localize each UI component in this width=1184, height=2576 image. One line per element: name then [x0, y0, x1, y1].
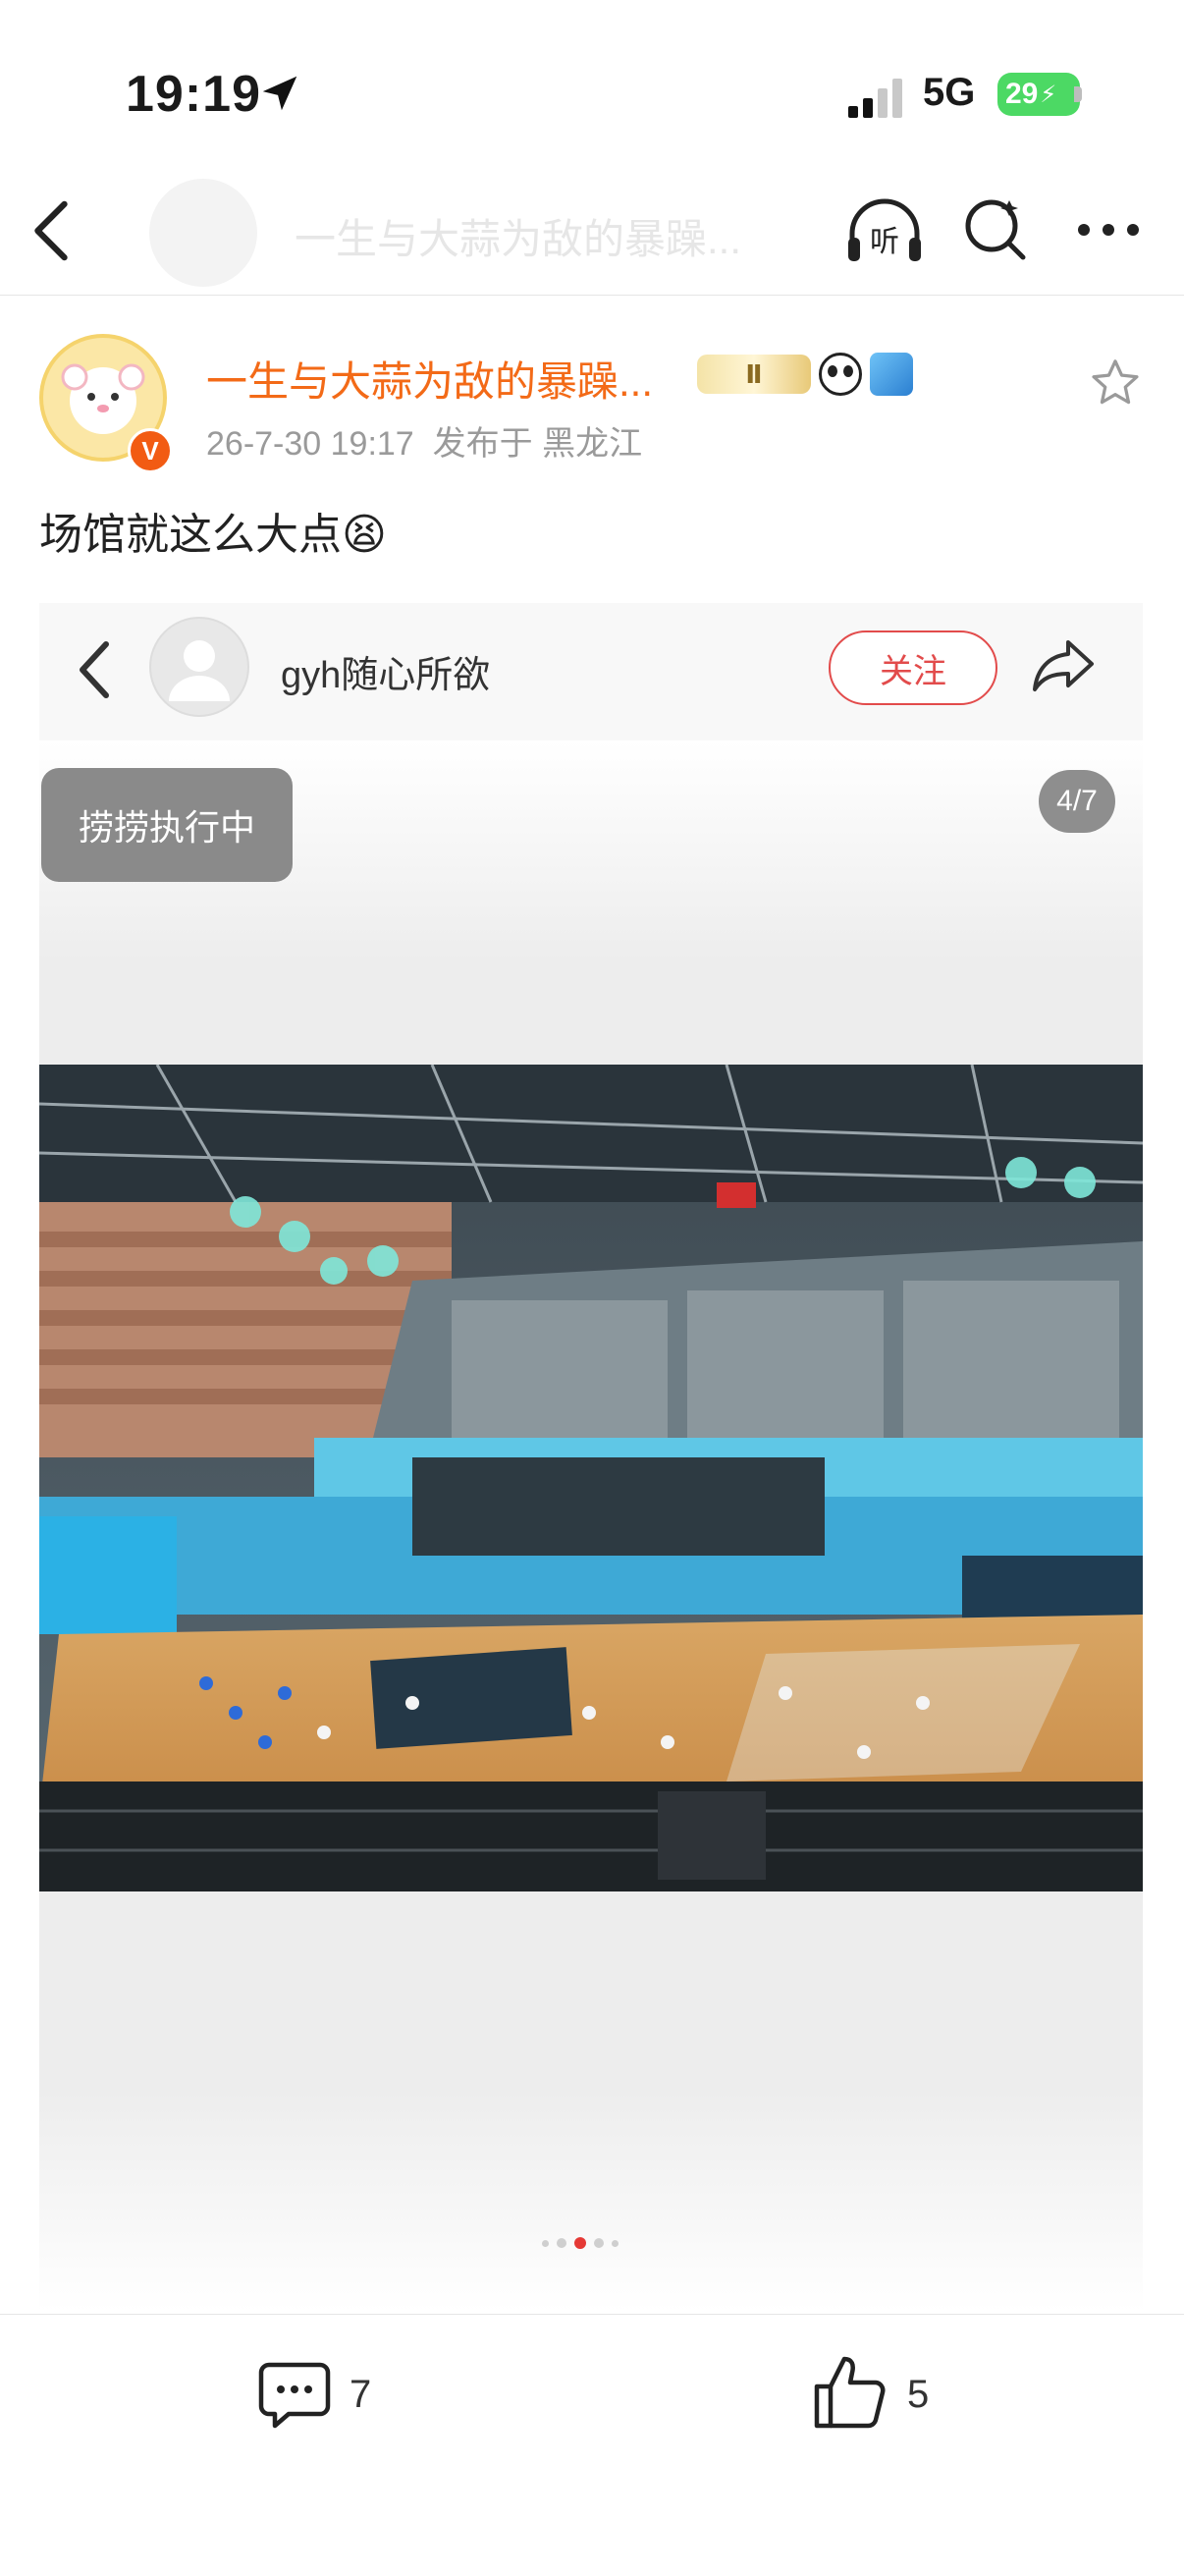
post-date: 26-7-30 19:17 [206, 425, 414, 463]
charging-bolt-icon: ⚡ [1040, 81, 1057, 108]
battery-tip [1074, 86, 1082, 102]
battery-icon: 29 ⚡ [997, 73, 1080, 116]
status-time: 19:19 [126, 66, 261, 123]
author-badges: Ⅱ [697, 350, 913, 399]
crying-emoji-icon: 😫 [342, 511, 387, 559]
back-icon[interactable] [29, 198, 73, 263]
level-badge-icon: Ⅱ [697, 355, 811, 394]
post-meta: 26-7-30 19:17 发布于 黑龙江 [206, 416, 642, 465]
bottom-action-bar [0, 2314, 1184, 2576]
battery-level: 29 [1005, 78, 1039, 110]
post-text-content: 场馆就这么大点 [39, 511, 342, 559]
pagination-dot [594, 2238, 604, 2248]
more-icon[interactable] [1076, 220, 1141, 240]
listen-label: 听 [870, 225, 899, 259]
default-avatar-icon [169, 640, 230, 701]
star-icon[interactable] [1088, 356, 1143, 411]
embedded-username[interactable]: gyh随心所欲 [281, 644, 490, 698]
listen-icon[interactable]: 听 [844, 196, 925, 267]
pagination-dot [557, 2238, 566, 2248]
post-text: 场馆就这么大点😫 [39, 499, 387, 562]
pagination-dot-active [574, 2237, 586, 2249]
network-label: 5G [923, 71, 976, 114]
location-arrow-icon [262, 76, 297, 111]
comment-count[interactable]: 7 [350, 2373, 371, 2417]
status-chip: 捞捞执行中 [41, 768, 293, 882]
author-name[interactable]: 一生与大蒜为敌的暴躁... [206, 349, 653, 409]
card-back-icon[interactable] [75, 638, 114, 701]
share-icon[interactable] [1031, 636, 1096, 695]
pagination-dot [612, 2239, 619, 2247]
panda-icon [819, 353, 862, 396]
level-badge-label: Ⅱ [745, 358, 763, 389]
nav-avatar [149, 179, 257, 287]
shark-icon [870, 353, 913, 396]
pagination-dot [542, 2239, 549, 2247]
comment-icon[interactable] [257, 2357, 332, 2432]
nav-title: 一生与大蒜为敌的暴躁... [295, 216, 742, 262]
verified-badge: V [128, 428, 173, 473]
arena-image [39, 1065, 1143, 1891]
thumbs-up-icon[interactable] [813, 2353, 888, 2432]
basketball-arena-photo[interactable] [39, 1065, 1143, 1891]
embedded-user-avatar[interactable] [149, 617, 249, 717]
follow-button[interactable]: 关注 [829, 630, 997, 705]
post-location: 发布于 黑龙江 [432, 425, 643, 463]
like-count[interactable]: 5 [907, 2373, 929, 2417]
search-icon[interactable] [962, 194, 1031, 263]
pagination-dots [542, 2237, 619, 2249]
image-counter: 4/7 [1039, 770, 1115, 833]
signal-icon [848, 79, 902, 118]
